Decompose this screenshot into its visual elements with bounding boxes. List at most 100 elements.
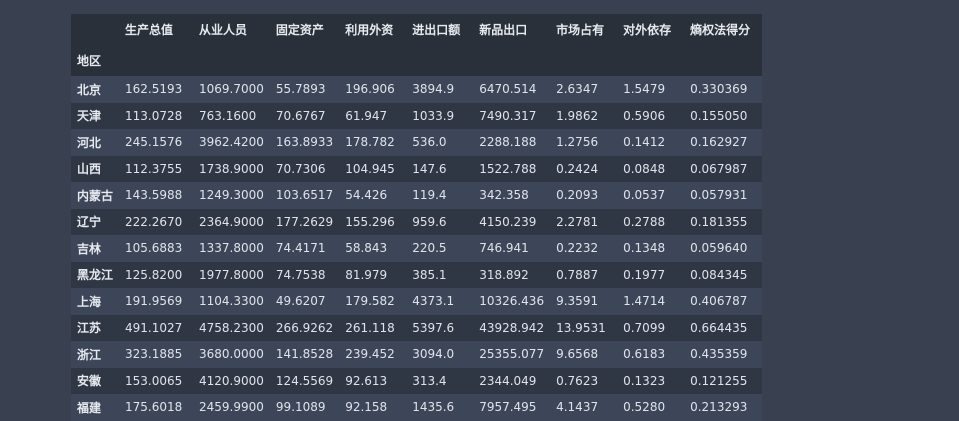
empty-header-cell xyxy=(119,45,194,76)
table-cell: 1069.7000 xyxy=(193,76,270,103)
table-cell: 81.979 xyxy=(339,261,407,288)
table-cell: 491.1027 xyxy=(119,314,194,341)
table-cell: 0.067987 xyxy=(684,155,763,182)
empty-header-cell xyxy=(406,45,474,76)
table-cell: 2344.049 xyxy=(473,367,551,394)
column-header: 新品出口 xyxy=(473,14,551,45)
table-row: 上海 191.9569 1104.3300 49.6207 179.582 4373.1 1… xyxy=(71,288,763,315)
table-cell: 124.5569 xyxy=(269,367,340,394)
table-cell: 1435.6 xyxy=(406,394,474,421)
table-cell: 191.9569 xyxy=(119,288,194,315)
table-cell: 99.1089 xyxy=(269,394,340,421)
table-cell: 0.0537 xyxy=(617,182,685,209)
table-row: 内蒙古 143.5988 1249.3000 103.6517 54.426 119.4 3… xyxy=(71,182,763,209)
table-cell: 10326.436 xyxy=(473,288,551,315)
table-cell: 1522.788 xyxy=(473,155,551,182)
empty-header-cell xyxy=(193,45,270,76)
table-cell: 74.7538 xyxy=(269,261,340,288)
index-name-row: 地区 xyxy=(71,45,763,76)
table-cell: 342.358 xyxy=(473,182,551,209)
table-cell: 125.8200 xyxy=(119,261,194,288)
table-cell: 0.059640 xyxy=(684,235,763,262)
empty-header-cell xyxy=(339,45,407,76)
table-cell: 0.057931 xyxy=(684,182,763,209)
row-index-label: 黑龙江 xyxy=(71,261,120,288)
table-cell: 1.9862 xyxy=(550,102,618,129)
table-cell: 92.613 xyxy=(339,367,407,394)
table-cell: 9.3591 xyxy=(550,288,618,315)
table-cell: 0.406787 xyxy=(684,288,763,315)
table-row: 山西 112.3755 1738.9000 70.7306 104.945 147.6 15… xyxy=(71,155,763,182)
table-cell: 4373.1 xyxy=(406,288,474,315)
table-cell: 0.181355 xyxy=(684,208,763,235)
table-cell: 0.2232 xyxy=(550,235,618,262)
table-cell: 0.2788 xyxy=(617,208,685,235)
empty-header-cell xyxy=(550,45,618,76)
table-cell: 2288.188 xyxy=(473,129,551,156)
table-cell: 266.9262 xyxy=(269,314,340,341)
table-cell: 179.582 xyxy=(339,288,407,315)
table-cell: 1249.3000 xyxy=(193,182,270,209)
table-cell: 261.118 xyxy=(339,314,407,341)
row-index-label: 吉林 xyxy=(71,235,120,262)
table-cell: 61.947 xyxy=(339,102,407,129)
table-cell: 0.1412 xyxy=(617,129,685,156)
table-cell: 163.8933 xyxy=(269,129,340,156)
table-row: 吉林 105.6883 1337.8000 74.4171 58.843 220.5 746… xyxy=(71,235,763,262)
table-row: 天津 113.0728 763.1600 70.6767 61.947 1033.9 749… xyxy=(71,102,763,129)
table-cell: 25355.077 xyxy=(473,341,551,368)
column-header: 熵权法得分 xyxy=(684,14,763,45)
table-cell: 178.782 xyxy=(339,129,407,156)
table-row: 辽宁 222.2670 2364.9000 177.2629 155.296 959.6 4… xyxy=(71,208,763,235)
table-cell: 0.2093 xyxy=(550,182,618,209)
table-cell: 155.296 xyxy=(339,208,407,235)
table-cell: 959.6 xyxy=(406,208,474,235)
table-row: 福建 175.6018 2459.9900 99.1089 92.158 1435.6 79… xyxy=(71,394,763,421)
table-cell: 1.2756 xyxy=(550,129,618,156)
table-cell: 143.5988 xyxy=(119,182,194,209)
table-cell: 0.162927 xyxy=(684,129,763,156)
table-cell: 1033.9 xyxy=(406,102,474,129)
table-cell: 313.4 xyxy=(406,367,474,394)
table-cell: 0.2424 xyxy=(550,155,618,182)
table-cell: 196.906 xyxy=(339,76,407,103)
table-cell: 153.0065 xyxy=(119,367,194,394)
table-cell: 54.426 xyxy=(339,182,407,209)
table-body: 北京 162.5193 1069.7000 55.7893 196.906 3894.9 6… xyxy=(71,76,763,421)
row-index-label: 安徽 xyxy=(71,367,120,394)
table-cell: 222.2670 xyxy=(119,208,194,235)
table-cell: 0.213293 xyxy=(684,394,763,421)
table-cell: 4.1437 xyxy=(550,394,618,421)
row-index-label: 江苏 xyxy=(71,314,120,341)
table-cell: 105.6883 xyxy=(119,235,194,262)
table-cell: 119.4 xyxy=(406,182,474,209)
table-cell: 3962.4200 xyxy=(193,129,270,156)
table-cell: 13.9531 xyxy=(550,314,618,341)
table-cell: 9.6568 xyxy=(550,341,618,368)
row-index-label: 河北 xyxy=(71,129,120,156)
table-row: 安徽 153.0065 4120.9000 124.5569 92.613 313.4 23… xyxy=(71,367,763,394)
dataframe-output: 生产总值 从业人员 固定资产 利用外资 进出口额 新品出口 市场占有 对外依存 … xyxy=(71,14,763,421)
table-cell: 0.121255 xyxy=(684,367,763,394)
table-cell: 112.3755 xyxy=(119,155,194,182)
table-row: 黑龙江 125.8200 1977.8000 74.7538 81.979 385.1 31… xyxy=(71,261,763,288)
empty-header-cell xyxy=(473,45,551,76)
row-index-label: 内蒙古 xyxy=(71,182,120,209)
table-cell: 4120.9000 xyxy=(193,367,270,394)
column-header: 从业人员 xyxy=(193,14,270,45)
table-cell: 1977.8000 xyxy=(193,261,270,288)
table-cell: 0.7887 xyxy=(550,261,618,288)
index-name: 地区 xyxy=(71,45,120,76)
table-cell: 0.5906 xyxy=(617,102,685,129)
row-index-label: 天津 xyxy=(71,102,120,129)
table-cell: 0.1323 xyxy=(617,367,685,394)
table-cell: 3680.0000 xyxy=(193,341,270,368)
table-cell: 177.2629 xyxy=(269,208,340,235)
table-cell: 0.155050 xyxy=(684,102,763,129)
empty-header-cell xyxy=(617,45,685,76)
table-row: 北京 162.5193 1069.7000 55.7893 196.906 3894.9 6… xyxy=(71,76,763,103)
table-row: 江苏 491.1027 4758.2300 266.9262 261.118 5397.6… xyxy=(71,314,763,341)
table-cell: 162.5193 xyxy=(119,76,194,103)
table-cell: 3094.0 xyxy=(406,341,474,368)
column-header: 生产总值 xyxy=(119,14,194,45)
